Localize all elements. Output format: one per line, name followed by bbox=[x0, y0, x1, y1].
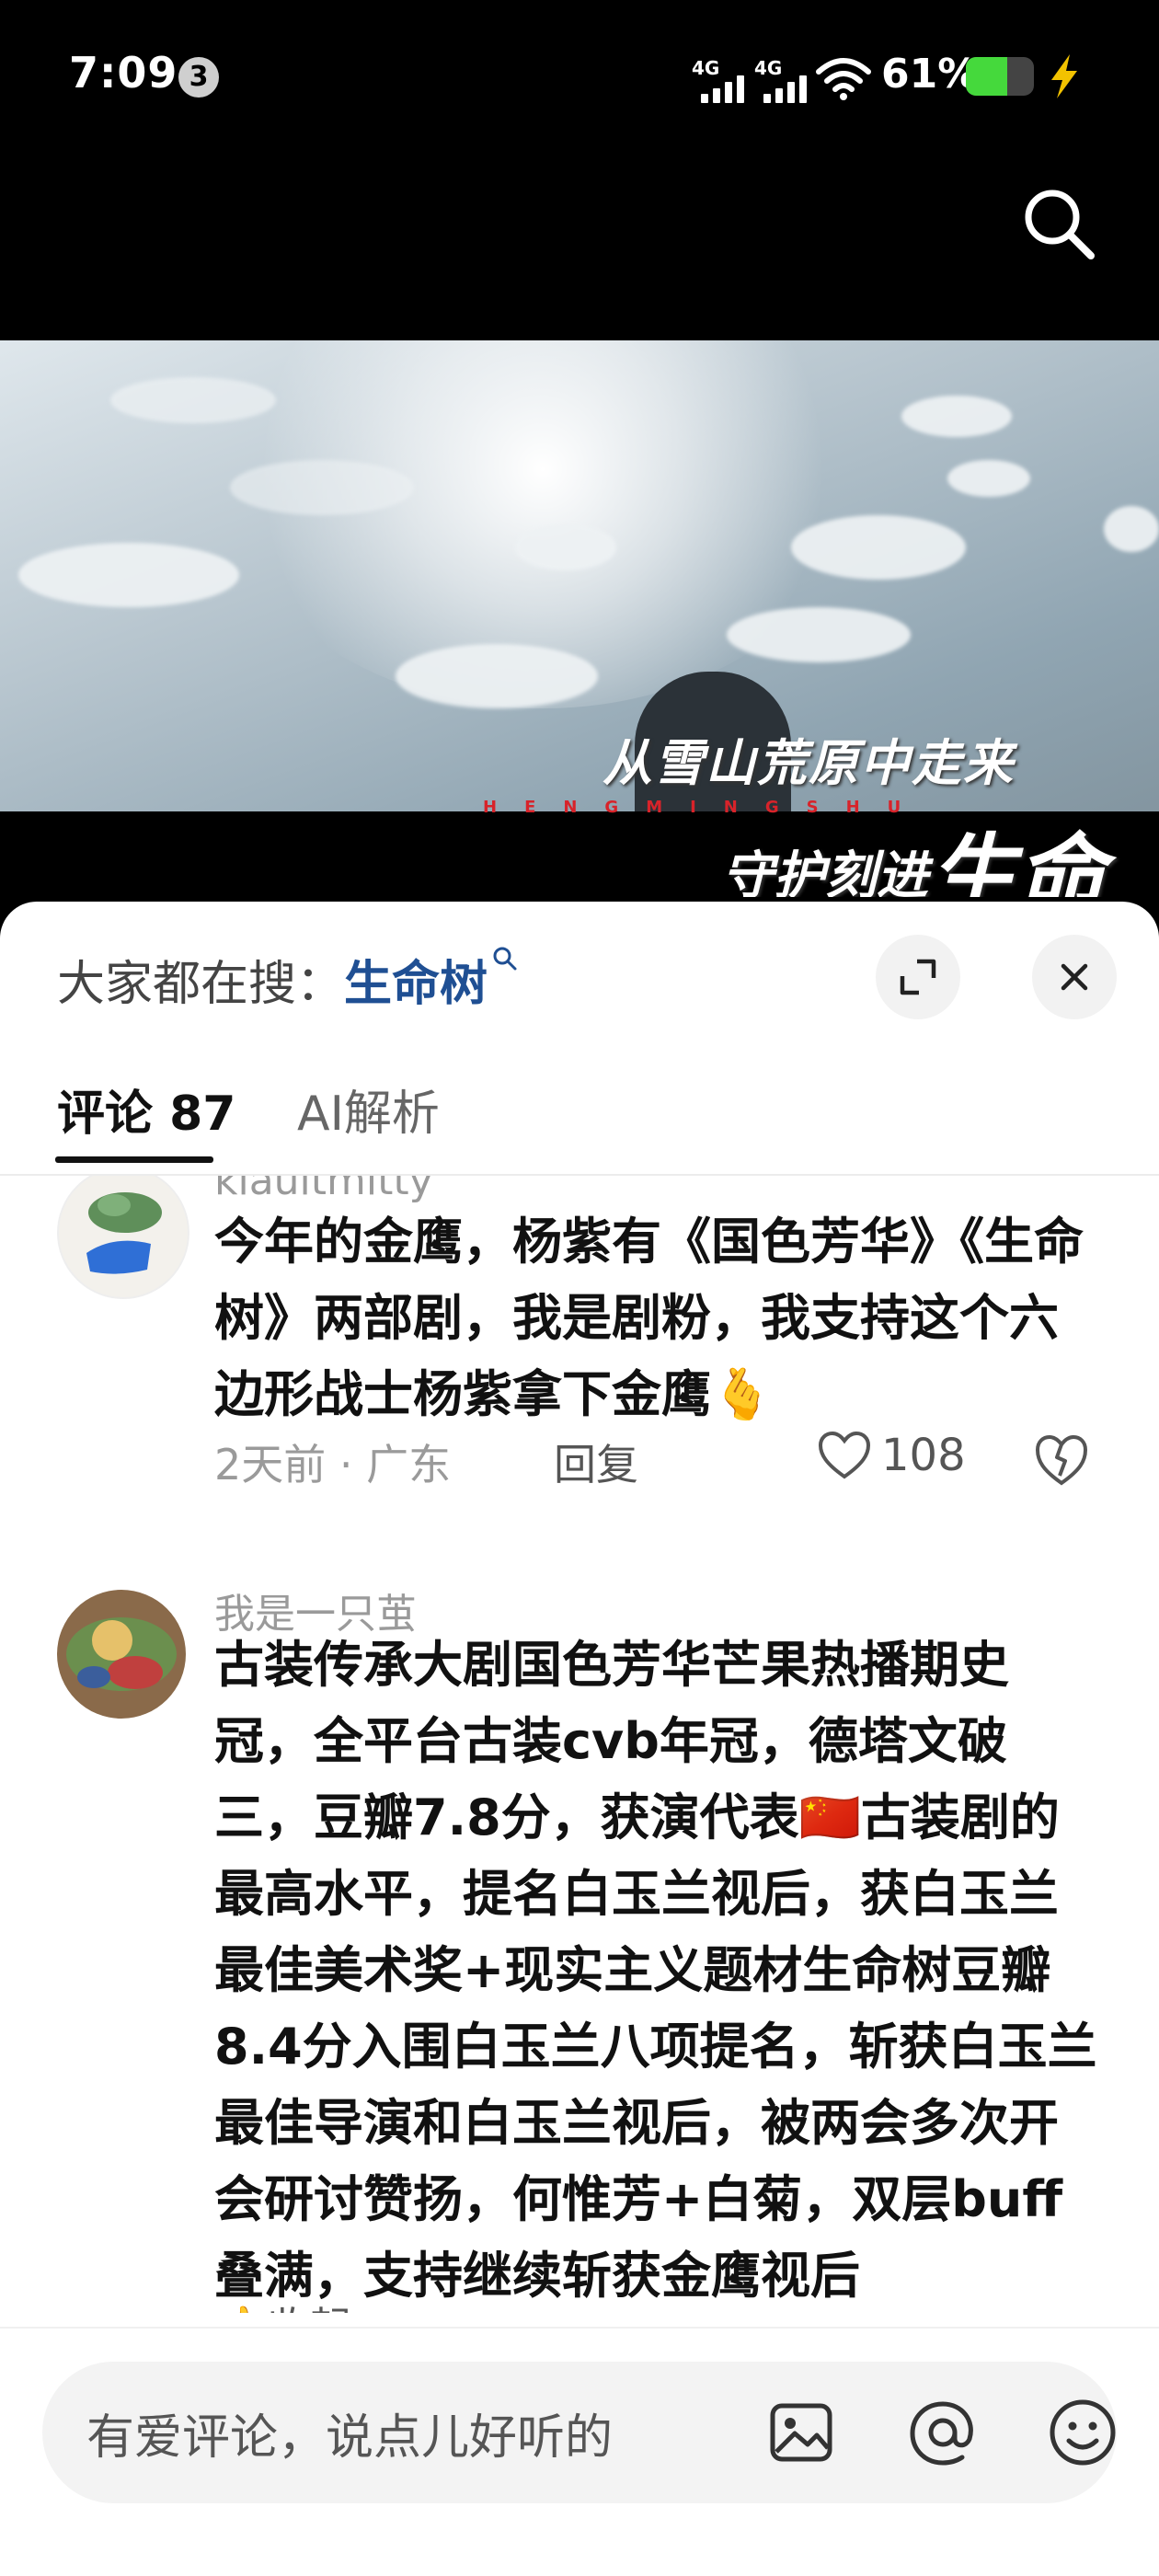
status-bar: 7:09 3 4G 4G 61% bbox=[0, 0, 1159, 259]
video-cloud bbox=[110, 377, 276, 423]
comment-input[interactable]: 有爱评论，说点儿好听的 bbox=[42, 2362, 1117, 2503]
emoji-icon[interactable] bbox=[1041, 2391, 1124, 2474]
video-cloud bbox=[18, 543, 239, 607]
reply-button[interactable]: 回复 bbox=[554, 1432, 638, 1492]
video-caption-line2-a: 守护刻进 bbox=[722, 845, 928, 897]
trending-query-link[interactable]: 生命树 bbox=[344, 957, 488, 1012]
video-caption-line1: 从雪山荒原中走来 bbox=[602, 733, 1015, 792]
avatar-image bbox=[57, 1590, 186, 1719]
video-cloud bbox=[947, 460, 1030, 497]
comment-tabs: 评论 87 AI解析 bbox=[0, 1058, 1159, 1176]
comment-text: 古装传承大剧国色芳华芒果热播期史冠，全平台古装cvb年冠，德塔文破三，豆瓣7.8… bbox=[214, 1636, 1097, 2305]
mention-icon[interactable] bbox=[901, 2391, 984, 2474]
tab-ai-analysis[interactable]: AI解析 bbox=[297, 1075, 440, 1144]
video-cloud bbox=[230, 460, 414, 515]
comment-time: 2天前 bbox=[214, 1440, 327, 1489]
search-icon[interactable] bbox=[1019, 184, 1098, 263]
trending-search[interactable]: 大家都在搜：生命树 bbox=[57, 945, 519, 1014]
like-count: 108 bbox=[881, 1430, 966, 1481]
avatar-image bbox=[59, 1176, 188, 1297]
wifi-icon bbox=[816, 58, 871, 100]
status-time: 7:09 bbox=[69, 48, 178, 98]
battery-icon bbox=[966, 57, 1034, 96]
battery-percent: 61% bbox=[881, 51, 979, 98]
video-cloud bbox=[515, 524, 616, 570]
meta-separator: · bbox=[339, 1440, 367, 1489]
close-icon bbox=[1061, 963, 1088, 991]
expand-button[interactable] bbox=[876, 935, 960, 1019]
avatar[interactable] bbox=[57, 1176, 189, 1299]
trending-label: 大家都在搜： bbox=[57, 957, 345, 1012]
tab-indicator bbox=[55, 1156, 213, 1163]
close-button[interactable] bbox=[1032, 935, 1117, 1019]
comment-meta: 2天前 · 广东 bbox=[214, 1432, 451, 1492]
video-cloud bbox=[901, 396, 1012, 437]
comment-input-placeholder: 有爱评论，说点儿好听的 bbox=[86, 2410, 614, 2466]
tab-comments[interactable]: 评论 87 bbox=[57, 1075, 235, 1144]
video-cloud bbox=[791, 515, 966, 580]
comment-item: kiauitmitty 今年的金鹰，杨紫有《国色芳华》《生命树》两部剧，我是剧粉… bbox=[0, 1176, 1159, 1571]
charging-icon bbox=[1051, 54, 1077, 98]
battery-fill bbox=[966, 57, 1008, 96]
image-icon[interactable] bbox=[760, 2391, 843, 2474]
heart-icon bbox=[818, 1431, 871, 1479]
comment-username[interactable]: kiauitmitty bbox=[214, 1176, 433, 1204]
video-cloud bbox=[396, 644, 598, 708]
comment-collapse[interactable]: 👍收起 bbox=[214, 2294, 351, 2313]
avatar[interactable] bbox=[57, 1590, 186, 1719]
comment-list[interactable]: kiauitmitty 今年的金鹰，杨紫有《国色芳华》《生命树》两部剧，我是剧粉… bbox=[0, 1176, 1159, 2313]
video-cloud bbox=[1104, 506, 1159, 552]
video-caption-line2-b: 生命 bbox=[928, 823, 1105, 897]
comment-location: 广东 bbox=[366, 1440, 452, 1489]
dislike-icon[interactable] bbox=[1032, 1430, 1091, 1489]
comment-item: 我是一只茧 古装传承大剧国色芳华芒果热播期史冠，全平台古装cvb年冠，德塔文破三… bbox=[0, 1581, 1159, 2313]
comment-text: 今年的金鹰，杨紫有《国色芳华》《生命树》两部剧，我是剧粉，我支持这个六边形战士杨… bbox=[214, 1213, 1084, 1423]
video-cloud bbox=[727, 607, 911, 662]
like-button[interactable]: 108 bbox=[817, 1430, 966, 1481]
comment-sheet: 大家都在搜：生命树 评论 87 AI解析 kiauitmitty 今年的金鹰，杨… bbox=[0, 902, 1159, 2576]
expand-icon bbox=[900, 959, 936, 995]
comment-input-bar: 有爱评论，说点儿好听的 bbox=[0, 2327, 1159, 2576]
video-player[interactable]: 从雪山荒原中走来 HENGMINGSHU 守护刻进生命 bbox=[0, 340, 1159, 897]
video-caption-line2: 守护刻进生命 bbox=[722, 791, 1105, 897]
search-small-icon bbox=[493, 947, 517, 971]
notification-count-badge: 3 bbox=[178, 57, 219, 98]
